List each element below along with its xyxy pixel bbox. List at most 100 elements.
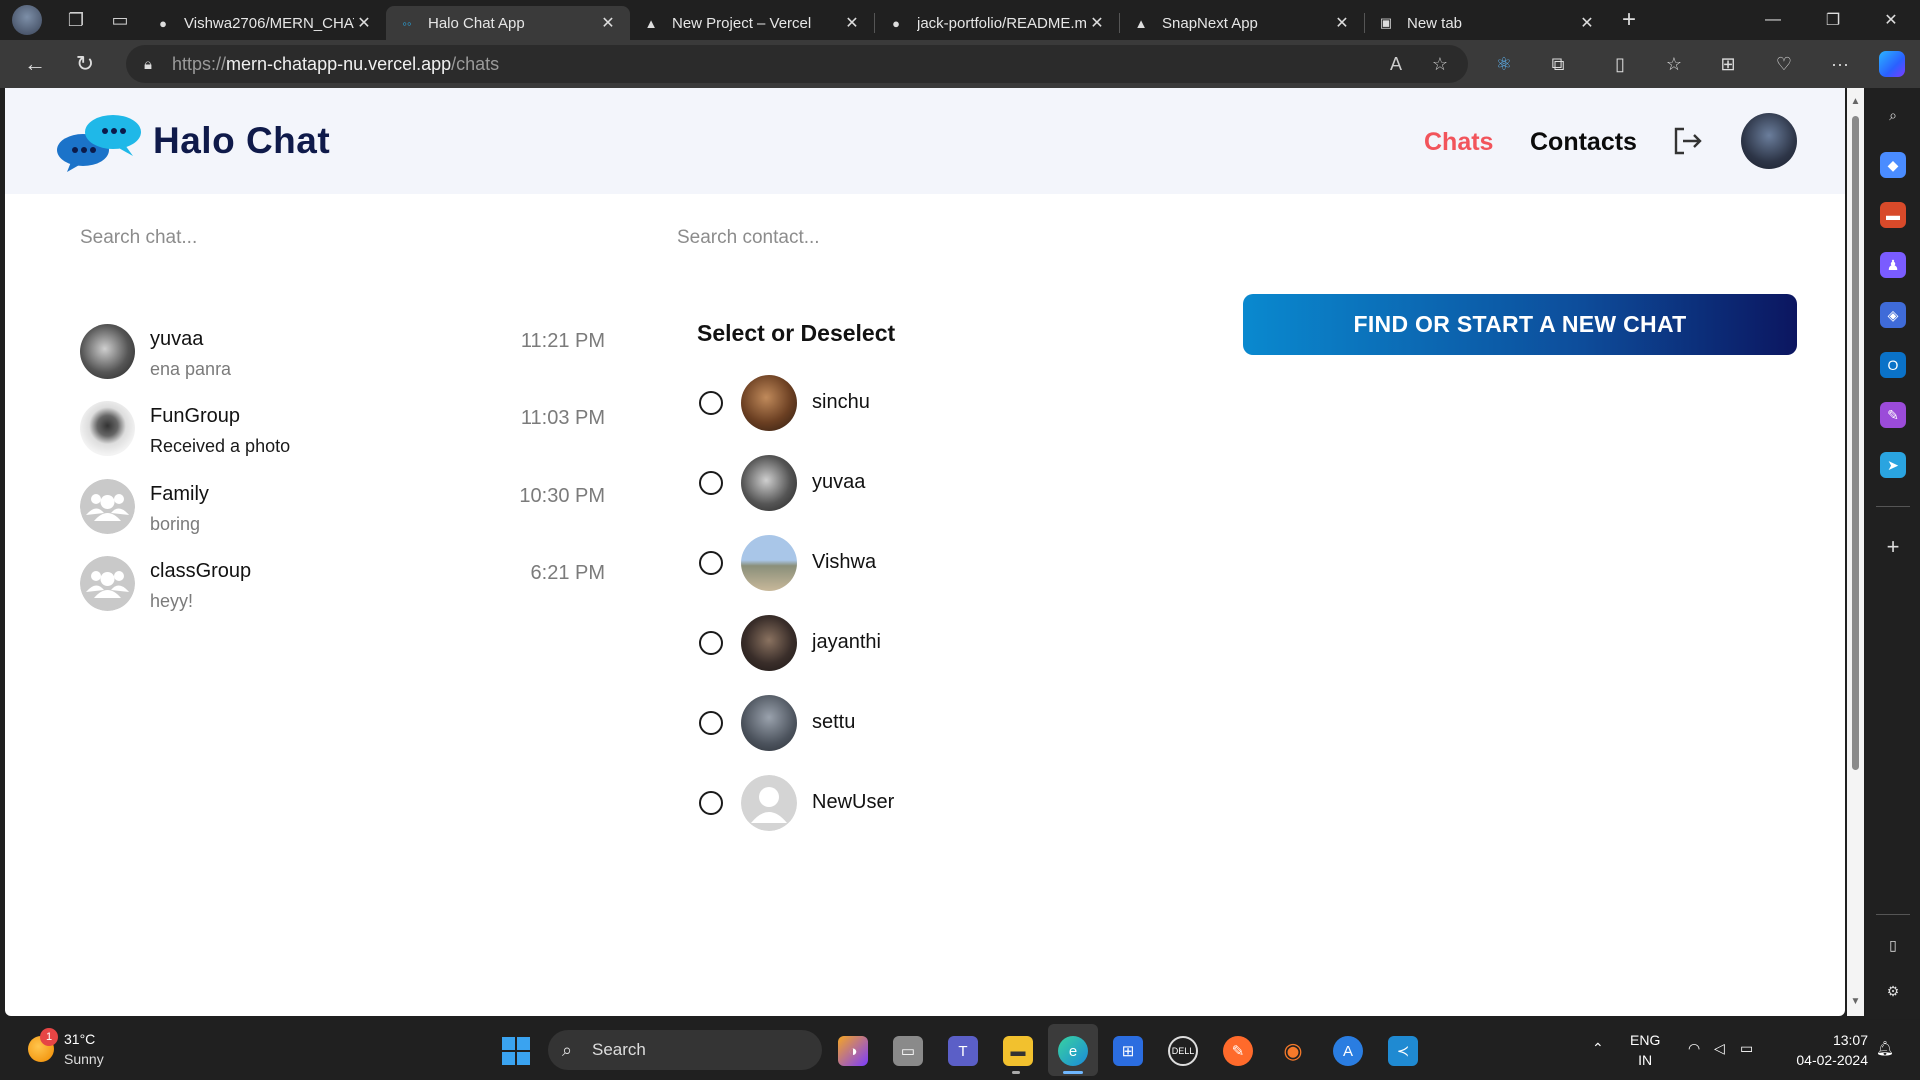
tab-vercel-new-project[interactable]: ▲ New Project – Vercel ✕ (630, 6, 874, 40)
outlook-icon[interactable]: O (1880, 352, 1906, 378)
sidebar-settings-icon[interactable]: ⚙ (1880, 978, 1906, 1004)
windows-start-icon[interactable] (502, 1037, 530, 1065)
taskbar-search[interactable]: ⌕ Search (548, 1030, 822, 1070)
scroll-down-icon[interactable]: ▼ (1850, 996, 1861, 1007)
page-scrollbar[interactable]: ▲ ▼ (1847, 88, 1864, 1016)
tab-github-mern[interactable]: ● Vishwa2706/MERN_CHAT ✕ (142, 6, 386, 40)
chat-item-yuvaa[interactable]: yuvaa ena panra 11:21 PM (80, 324, 610, 390)
scrollbar-thumb[interactable] (1852, 116, 1859, 770)
copilot-taskbar-icon[interactable]: ◑ (838, 1036, 868, 1066)
a-app-icon[interactable]: A (1333, 1036, 1363, 1066)
chat-item-classgroup[interactable]: classGroup heyy! 6:21 PM (80, 556, 610, 622)
close-tab-icon[interactable]: ✕ (598, 13, 618, 33)
react-devtools-icon[interactable]: ⚛ (1478, 40, 1530, 88)
games-icon[interactable]: ♟ (1880, 252, 1906, 278)
close-tab-icon[interactable]: ✕ (1332, 13, 1352, 33)
contact-radio[interactable] (699, 711, 723, 735)
contact-radio[interactable] (699, 391, 723, 415)
find-start-chat-button[interactable]: FIND OR START A NEW CHAT (1243, 294, 1797, 355)
tab-github-portfolio[interactable]: ● jack-portfolio/README.m ✕ (875, 6, 1119, 40)
chat-last-message: heyy! (150, 591, 194, 611)
search-contact-input[interactable] (677, 220, 1037, 256)
notifications-bell-icon[interactable]: 🔔︎ (1876, 1040, 1894, 1057)
hide-sidebar-icon[interactable]: ▯ (1880, 932, 1906, 958)
logout-icon[interactable] (1670, 124, 1704, 158)
restore-button[interactable]: ❐ (1804, 0, 1862, 40)
scroll-up-icon[interactable]: ▲ (1850, 96, 1861, 107)
tools-briefcase-icon[interactable]: ▬ (1880, 202, 1906, 228)
tab-snapnext[interactable]: ▲ SnapNext App ✕ (1120, 6, 1364, 40)
task-view-icon[interactable]: ▭ (893, 1036, 923, 1066)
minimize-button[interactable]: — (1744, 0, 1802, 40)
extensions-icon[interactable]: ⧉ (1532, 40, 1584, 88)
add-sidebar-app-icon[interactable]: + (1880, 534, 1906, 560)
tab-halo-chat[interactable]: ◦◦ Halo Chat App ✕ (386, 6, 630, 40)
contact-item-yuvaa[interactable]: yuvaa (697, 454, 957, 512)
clock[interactable]: 13:07 04-02-2024 (1780, 1032, 1868, 1068)
refresh-button[interactable]: ↻ (60, 40, 110, 88)
read-aloud-icon[interactable]: A (1376, 45, 1416, 83)
back-button[interactable]: ← (10, 40, 60, 88)
postman-icon[interactable]: ✎ (1223, 1036, 1253, 1066)
designer-icon[interactable]: ✎ (1880, 402, 1906, 428)
sidebar-search-icon[interactable]: ⌕ (1880, 102, 1906, 128)
copilot-sidebar-icon[interactable]: ◈ (1880, 302, 1906, 328)
tab-actions-icon[interactable]: ▭ (98, 0, 142, 40)
contact-item-settu[interactable]: settu (697, 694, 957, 752)
more-menu-icon[interactable]: ··· (1814, 40, 1866, 88)
teams-icon[interactable]: T (948, 1036, 978, 1066)
battery-icon[interactable]: ▭ (1740, 1040, 1753, 1057)
lock-icon: 🔒︎ (144, 55, 152, 73)
close-tab-icon[interactable]: ✕ (1087, 13, 1107, 33)
contact-item-vishwa[interactable]: Vishwa (697, 534, 957, 592)
contact-radio[interactable] (699, 551, 723, 575)
close-tab-icon[interactable]: ✕ (842, 13, 862, 33)
nav-chats-link[interactable]: Chats (1424, 128, 1493, 157)
copilot-icon[interactable] (1866, 40, 1918, 88)
new-tab-icon: ▣ (1379, 15, 1393, 30)
weather-condition[interactable]: Sunny (64, 1051, 104, 1067)
microsoft-store-icon[interactable]: ⊞ (1113, 1036, 1143, 1066)
favorites-icon[interactable]: ☆ (1648, 40, 1700, 88)
wifi-icon[interactable]: ◠ (1688, 1040, 1700, 1057)
shopping-tag-icon[interactable]: ◆ (1880, 152, 1906, 178)
volume-icon[interactable]: ◁ (1714, 1040, 1725, 1057)
telegram-icon[interactable]: ➤ (1880, 452, 1906, 478)
file-explorer-icon[interactable]: ▬ (1003, 1036, 1033, 1066)
clock-date: 04-02-2024 (1796, 1052, 1868, 1068)
close-window-button[interactable]: ✕ (1862, 0, 1920, 40)
split-screen-icon[interactable]: ▯ (1594, 40, 1646, 88)
chat-item-fungroup[interactable]: FunGroup Received a photo 11:03 PM (80, 401, 610, 467)
new-tab-button[interactable]: + (1609, 0, 1649, 40)
contact-item-sinchu[interactable]: sinchu (697, 374, 957, 432)
close-tab-icon[interactable]: ✕ (1577, 13, 1597, 33)
dell-icon[interactable]: DELL (1168, 1036, 1198, 1066)
contact-item-newuser[interactable]: NewUser (697, 774, 957, 832)
contact-avatar (741, 375, 797, 431)
workspaces-icon[interactable]: ❐ (54, 0, 98, 40)
contact-radio[interactable] (699, 791, 723, 815)
group-avatar-icon (80, 479, 135, 534)
favorite-star-icon[interactable]: ☆ (1420, 45, 1460, 83)
vscode-icon[interactable]: ≺ (1388, 1036, 1418, 1066)
user-avatar[interactable] (1741, 113, 1797, 169)
nav-contacts-link[interactable]: Contacts (1530, 128, 1637, 157)
browser-essentials-icon[interactable]: ♡ (1758, 40, 1810, 88)
profile-avatar[interactable] (0, 0, 54, 40)
chat-item-family[interactable]: Family boring 10:30 PM (80, 479, 610, 545)
blender-icon[interactable]: ◉ (1278, 1036, 1308, 1066)
contact-radio[interactable] (699, 471, 723, 495)
chat-name: Family (150, 483, 209, 505)
address-bar[interactable]: 🔒︎ https://mern-chatapp-nu.vercel.app/ch… (126, 45, 1468, 83)
collections-icon[interactable]: ⊞ (1702, 40, 1754, 88)
show-hidden-icons[interactable]: ⌃ (1592, 1040, 1604, 1057)
edge-browser-icon[interactable]: e (1058, 1036, 1088, 1066)
language-indicator[interactable]: ENG IN (1630, 1032, 1660, 1068)
search-chat-input[interactable] (80, 220, 440, 256)
tab-new-tab[interactable]: ▣ New tab ✕ (1365, 6, 1609, 40)
close-tab-icon[interactable]: ✕ (354, 13, 374, 33)
contact-radio[interactable] (699, 631, 723, 655)
weather-temperature[interactable]: 31°C (64, 1031, 95, 1047)
github-icon: ● (892, 15, 900, 31)
contact-item-jayanthi[interactable]: jayanthi (697, 614, 957, 672)
